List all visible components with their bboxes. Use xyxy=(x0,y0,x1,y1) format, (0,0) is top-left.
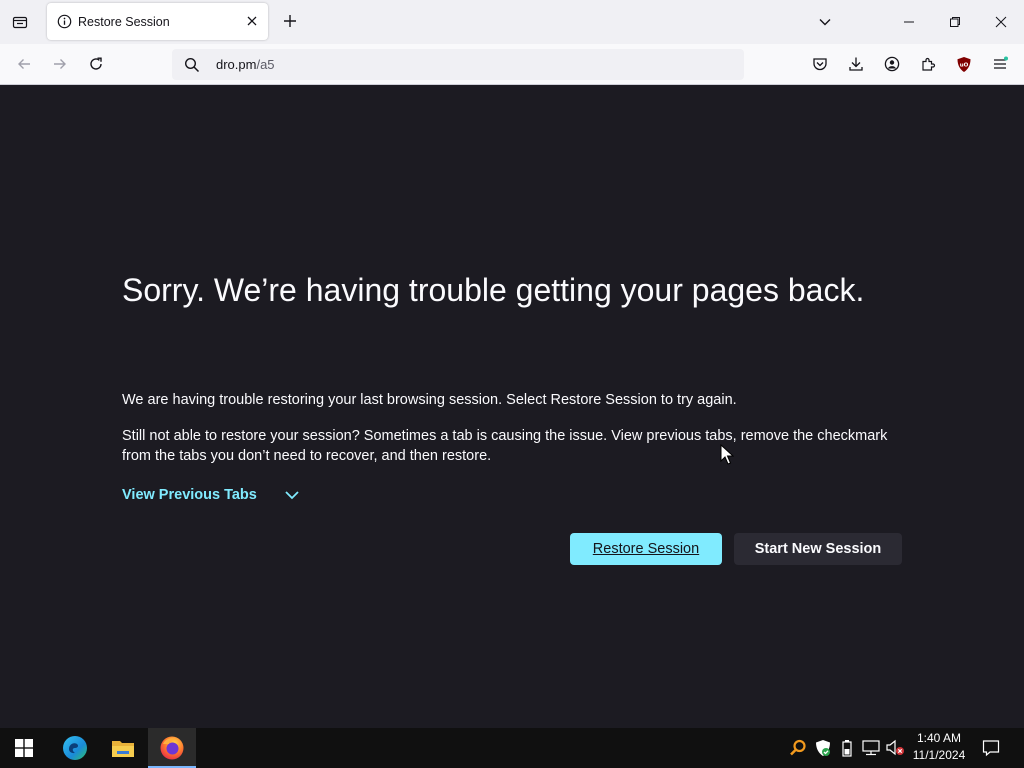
restore-icon[interactable] xyxy=(932,0,978,44)
clock-date: 11/1/2024 xyxy=(912,748,966,762)
tab-restore-session[interactable]: Restore Session xyxy=(47,3,268,40)
chevron-down-icon xyxy=(283,486,301,504)
taskbar: 1:40 AM 11/1/2024 xyxy=(0,728,1024,768)
svg-text:uO: uO xyxy=(960,62,969,68)
battery-icon[interactable] xyxy=(837,738,857,758)
view-previous-tabs-label: View Previous Tabs xyxy=(122,487,257,503)
tab-title: Restore Session xyxy=(78,14,170,29)
paragraph-retry: We are having trouble restoring your las… xyxy=(122,392,737,408)
forward-icon[interactable] xyxy=(46,50,74,78)
pocket-icon[interactable] xyxy=(806,50,834,78)
info-icon xyxy=(56,14,72,30)
view-previous-tabs-toggle[interactable]: View Previous Tabs xyxy=(122,486,301,504)
page-title: Sorry. We’re having trouble getting your… xyxy=(122,272,865,308)
ublock-icon[interactable]: uO xyxy=(950,50,978,78)
tab-list-icon[interactable] xyxy=(6,8,34,36)
close-icon[interactable] xyxy=(244,13,260,29)
tab-strip: Restore Session xyxy=(0,0,1024,44)
firefox-icon[interactable] xyxy=(148,728,196,768)
file-explorer-icon[interactable] xyxy=(99,728,147,768)
mouse-cursor-icon xyxy=(720,444,734,465)
taskbar-clock[interactable]: 1:40 AM 11/1/2024 xyxy=(906,730,972,766)
close-window-icon[interactable] xyxy=(978,0,1024,44)
restore-session-button[interactable]: Restore Session xyxy=(570,533,722,565)
download-icon[interactable] xyxy=(842,50,870,78)
volume-muted-icon[interactable] xyxy=(885,738,905,758)
chevron-down-icon[interactable] xyxy=(814,11,836,33)
page-content: Sorry. We’re having trouble getting your… xyxy=(0,85,1024,728)
url-host: dro.pm xyxy=(216,57,257,72)
account-icon[interactable] xyxy=(878,50,906,78)
minimize-icon[interactable] xyxy=(886,0,932,44)
navigation-toolbar: dro.pm/a5 uO xyxy=(0,44,1024,85)
edge-icon[interactable] xyxy=(51,728,99,768)
url-text: dro.pm/a5 xyxy=(216,57,275,72)
url-bar[interactable]: dro.pm/a5 xyxy=(172,49,744,80)
url-path: /a5 xyxy=(256,57,275,72)
paragraph-help: Still not able to restore your session? … xyxy=(122,428,888,464)
search-tray-icon[interactable] xyxy=(788,738,808,758)
network-icon[interactable] xyxy=(861,738,881,758)
defender-icon[interactable] xyxy=(813,738,833,758)
search-icon xyxy=(184,57,200,73)
clock-time: 1:40 AM xyxy=(916,731,962,745)
back-icon[interactable] xyxy=(10,50,38,78)
plus-icon[interactable] xyxy=(279,10,301,32)
start-new-session-button[interactable]: Start New Session xyxy=(734,533,902,565)
reload-icon[interactable] xyxy=(82,50,110,78)
menu-icon[interactable] xyxy=(986,50,1014,78)
extensions-icon[interactable] xyxy=(914,50,942,78)
notifications-icon[interactable] xyxy=(978,736,1004,760)
windows-start-icon[interactable] xyxy=(0,728,48,768)
